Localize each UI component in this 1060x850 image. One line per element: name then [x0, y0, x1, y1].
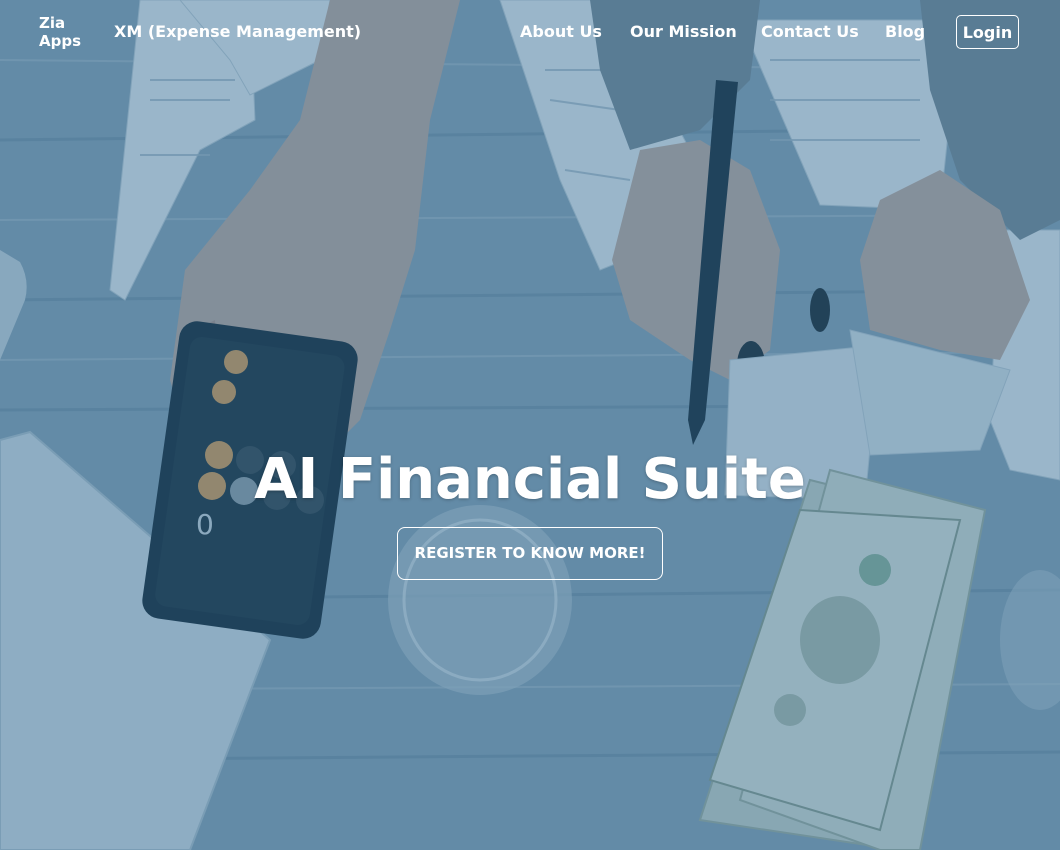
register-cta-button[interactable]: REGISTER TO KNOW MORE! [397, 527, 663, 580]
login-button[interactable]: Login [956, 15, 1019, 49]
brand-logo-link[interactable]: Zia Apps [39, 14, 87, 50]
top-navigation-bar: Zia Apps XM (Expense Management) About U… [0, 0, 1060, 64]
nav-link-xm-expense-management[interactable]: XM (Expense Management) [114, 22, 361, 42]
hero-color-overlay [0, 0, 1060, 850]
nav-link-blog[interactable]: Blog [885, 22, 925, 42]
nav-link-our-mission[interactable]: Our Mission [630, 22, 737, 42]
hero-title: AI Financial Suite [254, 447, 806, 512]
nav-link-about-us[interactable]: About Us [520, 22, 602, 42]
hero-section: 0 Zia Apps XM (Expense Management) About… [0, 0, 1060, 850]
nav-link-contact-us[interactable]: Contact Us [761, 22, 859, 42]
